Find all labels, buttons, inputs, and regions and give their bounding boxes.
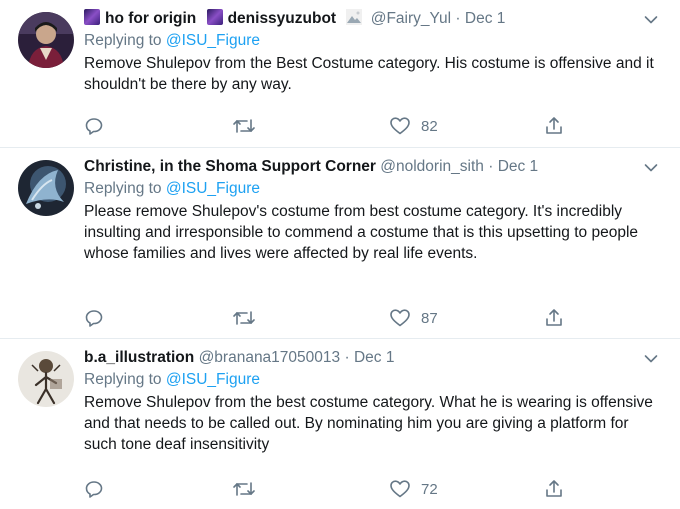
mountain-emoji-icon — [346, 9, 363, 25]
display-name-part[interactable]: denissyuzubot — [228, 10, 337, 27]
like-count: 82 — [421, 117, 438, 135]
share-button[interactable] — [544, 114, 564, 138]
replying-to-link[interactable]: @ISU_Figure — [166, 32, 260, 49]
replying-to-line: Replying to @ISU_Figure — [84, 369, 660, 391]
separator-dot: · — [455, 10, 461, 27]
tweet-content: ho for origin denissyuzubot @Fairy_Yul ·… — [84, 8, 660, 95]
tweet-feed: ho for origin denissyuzubot @Fairy_Yul ·… — [0, 0, 680, 509]
retweet-icon — [233, 482, 255, 496]
like-count: 87 — [421, 309, 438, 327]
replying-to-prefix: Replying to — [84, 180, 162, 197]
replying-to-prefix: Replying to — [84, 371, 162, 388]
tweet[interactable]: Christine, in the Shoma Support Corner @… — [0, 148, 680, 339]
tweet-content: Christine, in the Shoma Support Corner @… — [84, 156, 660, 264]
retweet-icon — [233, 311, 255, 325]
avatar[interactable] — [18, 351, 74, 407]
separator-dot: · — [344, 349, 350, 366]
reply-button[interactable] — [84, 306, 104, 330]
chevron-down-icon[interactable] — [644, 160, 658, 172]
tweet-text: Remove Shulepov from the best costume ca… — [84, 394, 653, 453]
replying-to-line: Replying to @ISU_Figure — [84, 178, 660, 200]
tweet-text: Please remove Shulepov's costume from be… — [84, 203, 639, 262]
share-button[interactable] — [544, 306, 564, 330]
avatar[interactable] — [18, 160, 74, 216]
tweet-text: Remove Shulepov from the Best Costume ca… — [84, 55, 654, 93]
share-icon — [546, 480, 562, 497]
tweet-header: ho for origin denissyuzubot @Fairy_Yul ·… — [84, 8, 660, 30]
replying-to-prefix: Replying to — [84, 32, 162, 49]
like-count: 72 — [421, 480, 438, 498]
share-button[interactable] — [544, 477, 564, 501]
reply-button[interactable] — [84, 477, 104, 501]
share-icon — [546, 117, 562, 134]
retweet-icon — [233, 119, 255, 133]
galaxy-emoji-icon — [84, 9, 100, 25]
tweet-header: Christine, in the Shoma Support Corner @… — [84, 156, 660, 178]
tweet-date[interactable]: Dec 1 — [354, 349, 395, 366]
tweet[interactable]: ho for origin denissyuzubot @Fairy_Yul ·… — [0, 0, 680, 148]
user-handle[interactable]: @noldorin_sith — [380, 158, 484, 175]
chevron-down-icon[interactable] — [644, 12, 658, 24]
separator-dot: · — [488, 158, 494, 175]
avatar[interactable] — [18, 12, 74, 68]
display-name[interactable]: b.a_illustration — [84, 349, 194, 366]
like-button[interactable]: 82 — [389, 114, 438, 138]
replying-to-line: Replying to @ISU_Figure — [84, 30, 660, 52]
heart-icon — [390, 117, 410, 135]
display-name[interactable]: Christine, in the Shoma Support Corner — [84, 158, 376, 175]
reply-button[interactable] — [84, 114, 104, 138]
share-icon — [546, 309, 562, 326]
tweet-actions: 82 — [84, 114, 584, 138]
tweet-content: b.a_illustration @branana17050013 · Dec … — [84, 347, 660, 455]
replying-to-link[interactable]: @ISU_Figure — [166, 371, 260, 388]
heart-icon — [390, 309, 410, 327]
tweet-header: b.a_illustration @branana17050013 · Dec … — [84, 347, 660, 369]
tweet-actions: 87 — [84, 306, 584, 330]
reply-icon — [85, 118, 103, 135]
reply-icon — [85, 481, 103, 498]
user-handle[interactable]: @branana17050013 — [199, 349, 341, 366]
galaxy-emoji-icon — [206, 9, 223, 25]
reply-icon — [85, 310, 103, 327]
tweet-date[interactable]: Dec 1 — [465, 10, 506, 27]
user-handle[interactable]: @Fairy_Yul — [371, 10, 451, 27]
like-button[interactable]: 87 — [389, 306, 438, 330]
tweet[interactable]: b.a_illustration @branana17050013 · Dec … — [0, 339, 680, 509]
retweet-button[interactable] — [232, 114, 256, 138]
chevron-down-icon[interactable] — [644, 351, 658, 363]
replying-to-link[interactable]: @ISU_Figure — [166, 180, 260, 197]
display-name-part[interactable]: ho for origin — [105, 10, 196, 27]
retweet-button[interactable] — [232, 306, 256, 330]
tweet-date[interactable]: Dec 1 — [498, 158, 539, 175]
tweet-actions: 72 — [84, 477, 584, 501]
retweet-button[interactable] — [232, 477, 256, 501]
heart-icon — [390, 480, 410, 498]
like-button[interactable]: 72 — [389, 477, 438, 501]
